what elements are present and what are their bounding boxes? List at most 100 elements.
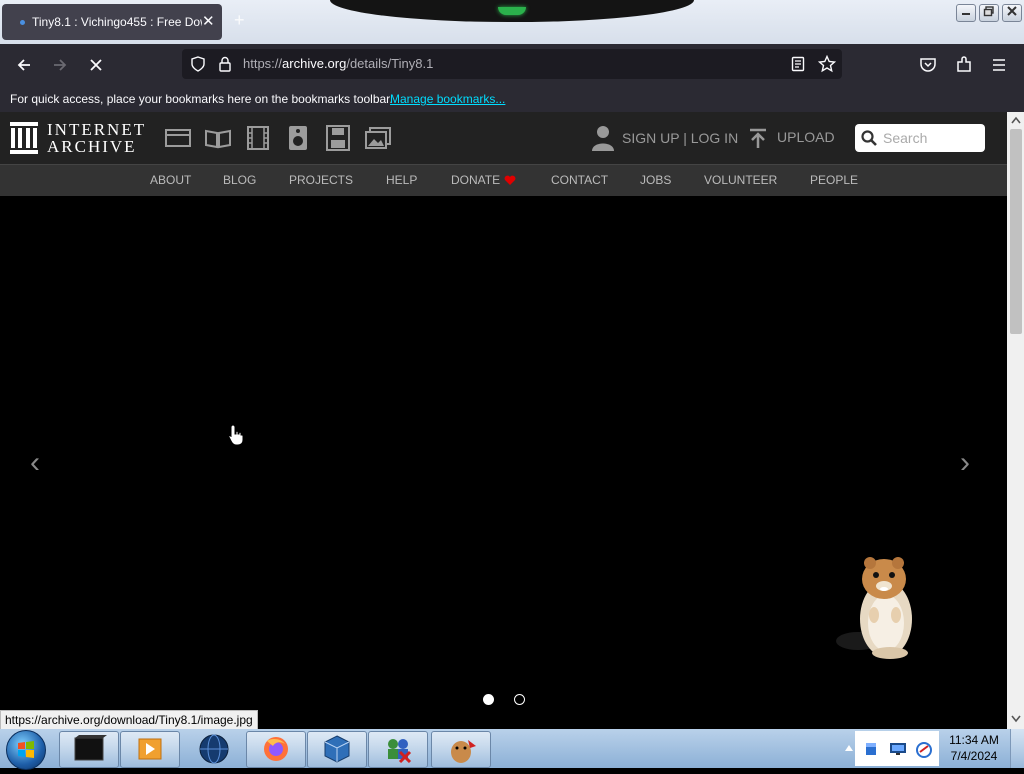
taskbar-media-player[interactable] — [120, 731, 180, 768]
new-tab-button[interactable]: + — [234, 10, 245, 31]
navigation-toolbar: https://archive.org/details/Tiny8.1 — [0, 44, 1024, 86]
stop-button[interactable] — [81, 44, 111, 86]
tab-loading-icon — [20, 20, 25, 25]
lock-icon[interactable] — [218, 56, 232, 72]
logo-line-2: ARCHIVE — [47, 137, 137, 156]
close-window-button[interactable] — [1002, 4, 1022, 22]
ia-nav-bar: ABOUT BLOG PROJECTS HELP DONATE CONTACT … — [0, 164, 1007, 197]
network-users-icon — [388, 739, 412, 764]
upload-link[interactable]: UPLOAD — [777, 129, 835, 145]
audio-icon[interactable] — [284, 125, 312, 151]
manage-bookmarks-link[interactable]: Manage bookmarks... — [390, 92, 505, 106]
tab-close-icon[interactable]: ✕ — [202, 12, 215, 30]
nav-blog[interactable]: BLOG — [223, 173, 256, 187]
bookmark-star-icon[interactable] — [818, 55, 836, 73]
upload-icon[interactable] — [748, 128, 768, 150]
taskbar-firefox[interactable] — [246, 731, 306, 768]
taskbar-cmd[interactable] — [59, 731, 119, 768]
bookmarks-toolbar: For quick access, place your bookmarks h… — [0, 86, 1024, 112]
images-icon[interactable] — [364, 125, 392, 151]
nav-jobs[interactable]: JOBS — [640, 173, 671, 187]
video-icon[interactable] — [244, 125, 272, 151]
minimize-icon — [962, 13, 970, 15]
search-icon — [861, 130, 877, 146]
image-carousel[interactable]: ‹ › — [0, 196, 1007, 710]
tray-monitor-icon[interactable] — [889, 741, 907, 757]
carousel-prev-button[interactable]: ‹ — [30, 446, 40, 480]
hamster-icon — [451, 740, 476, 763]
browser-tab[interactable]: Tiny8.1 : Vichingo455 : Free Dow ✕ — [2, 4, 222, 40]
carousel-dot-2[interactable] — [514, 694, 525, 705]
windows-logo-icon — [18, 741, 34, 758]
taskbar-network-app[interactable] — [368, 731, 428, 768]
url-path: /details/Tiny8.1 — [346, 56, 434, 71]
nav-about[interactable]: ABOUT — [150, 173, 191, 187]
carousel-next-button[interactable]: › — [960, 446, 970, 480]
taskbar-virtualbox[interactable] — [307, 731, 367, 768]
extensions-icon[interactable] — [955, 56, 973, 74]
globe-icon — [199, 734, 229, 764]
search-input[interactable]: Search — [883, 130, 927, 146]
hand-cursor-icon — [228, 424, 244, 446]
forward-button[interactable] — [45, 44, 75, 86]
sign-up-login-link[interactable]: SIGN UP | LOG IN — [622, 130, 738, 146]
url-scheme: https:// — [243, 56, 283, 71]
address-bar[interactable]: https://archive.org/details/Tiny8.1 — [182, 49, 842, 79]
software-icon[interactable] — [324, 125, 352, 151]
bookmarks-message: For quick access, place your bookmarks h… — [10, 92, 393, 106]
terminal-icon — [74, 735, 107, 761]
tab-title: Tiny8.1 : Vichingo455 : Free Dow — [32, 15, 202, 29]
stop-icon — [90, 59, 102, 71]
clock-date: 7/4/2024 — [950, 749, 998, 763]
ia-logo-wordmark[interactable]: INTERNET ARCHIVE — [47, 121, 146, 155]
nav-volunteer[interactable]: VOLUNTEER — [704, 173, 777, 187]
carousel-dot-1[interactable] — [483, 694, 494, 705]
nav-donate[interactable]: DONATE — [451, 173, 500, 187]
show-hidden-icons-arrow[interactable] — [845, 745, 853, 751]
url-text[interactable]: https://archive.org/details/Tiny8.1 — [243, 56, 433, 71]
back-button[interactable] — [9, 44, 39, 86]
start-button[interactable] — [6, 730, 46, 770]
shield-icon[interactable] — [190, 56, 206, 72]
media-player-icon — [138, 738, 162, 760]
link-status-bar: https://archive.org/download/Tiny8.1/ima… — [0, 710, 258, 731]
window-decoration-light — [498, 7, 526, 15]
pocket-icon[interactable] — [919, 56, 937, 74]
minimize-button[interactable] — [956, 4, 976, 22]
user-icon[interactable] — [592, 125, 614, 151]
close-icon — [1007, 6, 1017, 16]
web-archive-icon[interactable] — [164, 125, 192, 151]
show-desktop-button[interactable] — [1010, 729, 1024, 768]
reader-view-icon[interactable] — [791, 56, 805, 72]
menu-hamburger-icon[interactable] — [991, 57, 1007, 73]
virtualbox-icon — [324, 735, 350, 763]
nav-projects[interactable]: PROJECTS — [289, 173, 353, 187]
donate-heart-icon — [504, 175, 516, 185]
nav-contact[interactable]: CONTACT — [551, 173, 608, 187]
tray-network-icon[interactable] — [915, 741, 933, 759]
system-tray — [855, 731, 939, 766]
logo-line-1: INTERNET — [47, 120, 147, 139]
back-arrow-icon — [17, 59, 30, 71]
forward-arrow-icon — [54, 59, 67, 71]
restore-icon — [983, 6, 994, 17]
taskbar-hamster-app[interactable] — [431, 731, 491, 768]
nav-help[interactable]: HELP — [386, 173, 417, 187]
ia-logo-icon[interactable] — [10, 122, 38, 154]
search-box[interactable]: Search — [855, 124, 985, 152]
texts-icon[interactable] — [204, 125, 232, 151]
restore-button[interactable] — [979, 4, 999, 22]
firefox-icon — [264, 737, 288, 761]
nav-people[interactable]: PEOPLE — [810, 173, 858, 187]
clock-time: 11:34 AM — [949, 733, 999, 747]
taskbar-app-globe[interactable] — [196, 732, 232, 766]
scroll-down-icon[interactable] — [1011, 715, 1021, 723]
windows-taskbar: 11:34 AM 7/4/2024 — [0, 729, 1024, 770]
scroll-up-icon[interactable] — [1011, 116, 1021, 124]
url-host: archive.org — [282, 56, 347, 71]
hamster-mascot-icon — [836, 557, 912, 659]
tray-flag-icon[interactable] — [863, 741, 879, 757]
scrollbar-thumb[interactable] — [1010, 129, 1022, 334]
ia-top-header: INTERNET ARCHIVE SIGN UP | LOG IN UPLOAD… — [0, 112, 1007, 164]
system-clock[interactable]: 11:34 AM 7/4/2024 — [942, 732, 1006, 764]
